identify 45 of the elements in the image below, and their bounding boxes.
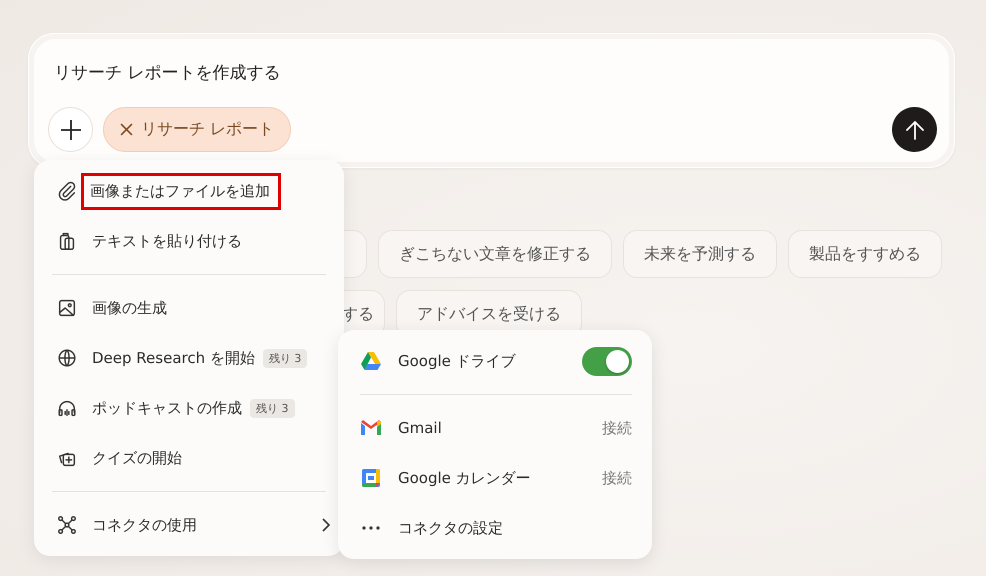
connector-label: Gmail bbox=[398, 419, 442, 437]
connector-item[interactable]: コネクタの設定 bbox=[360, 503, 632, 553]
menu-item[interactable]: テキストを貼り付ける bbox=[52, 216, 330, 266]
suggestion-chip[interactable]: 製品をすすめる bbox=[788, 230, 942, 278]
add-button[interactable] bbox=[48, 107, 93, 152]
connector-label: コネクタの設定 bbox=[398, 518, 503, 538]
prompt-box[interactable]: リサーチ レポートを作成する リサーチ レポート bbox=[28, 33, 955, 168]
mode-chip[interactable]: リサーチ レポート bbox=[103, 107, 292, 152]
menu-item[interactable]: 画像の生成 bbox=[52, 283, 330, 333]
menu-label: Deep Research を開始 bbox=[92, 348, 255, 368]
menu-label: テキストを貼り付ける bbox=[92, 232, 242, 250]
connect-link[interactable]: 接続 bbox=[602, 418, 632, 438]
menu-item[interactable]: ポッドキャストの作成 残り 3 bbox=[52, 383, 330, 433]
paperclip-icon bbox=[56, 180, 78, 202]
menu-label: ポッドキャストの作成 bbox=[92, 398, 242, 418]
menu-label: コネクタの使用 bbox=[92, 516, 197, 534]
menu-label: 画像の生成 bbox=[92, 298, 167, 318]
more-icon bbox=[360, 526, 382, 530]
connector-item[interactable]: Google カレンダー 接続 bbox=[360, 453, 632, 503]
image-icon bbox=[56, 297, 78, 319]
connector-item[interactable]: Gmail 接続 bbox=[360, 403, 632, 453]
prompt-text: リサーチ レポートを作成する bbox=[54, 62, 282, 84]
connector-item[interactable]: Google ドライブ bbox=[360, 336, 632, 386]
envelope-m-icon bbox=[360, 420, 382, 436]
calendar-icon bbox=[360, 469, 382, 487]
remaining-badge: 残り 3 bbox=[250, 398, 294, 418]
connector-label: Google カレンダー bbox=[398, 468, 531, 488]
suggestion-chip[interactable]: ぎこちない文章を修正する bbox=[378, 230, 612, 278]
suggestion-chip[interactable]: 未来を予測する bbox=[623, 230, 777, 278]
menu-label: 画像またはファイルを追加 bbox=[84, 176, 278, 206]
menu-label: クイズの開始 bbox=[92, 448, 182, 468]
remaining-badge: 残り 3 bbox=[262, 348, 308, 368]
menu-item[interactable]: Deep Research を開始 残り 3 bbox=[52, 333, 330, 383]
menu-item[interactable]: クイズの開始 bbox=[52, 433, 330, 483]
connect-link[interactable]: 接続 bbox=[602, 468, 632, 488]
menu-item[interactable]: コネクタの使用 bbox=[52, 500, 330, 550]
send-button[interactable] bbox=[892, 107, 937, 152]
plus-icon bbox=[58, 118, 82, 142]
connector-label: Google ドライブ bbox=[398, 352, 516, 370]
globe-icon bbox=[56, 347, 78, 369]
triangle-logo-icon bbox=[360, 352, 382, 370]
network-icon bbox=[56, 514, 78, 536]
menu-item[interactable]: 画像またはファイルを追加 bbox=[52, 166, 330, 216]
toggle-switch[interactable] bbox=[582, 346, 632, 376]
close-icon bbox=[120, 123, 133, 136]
